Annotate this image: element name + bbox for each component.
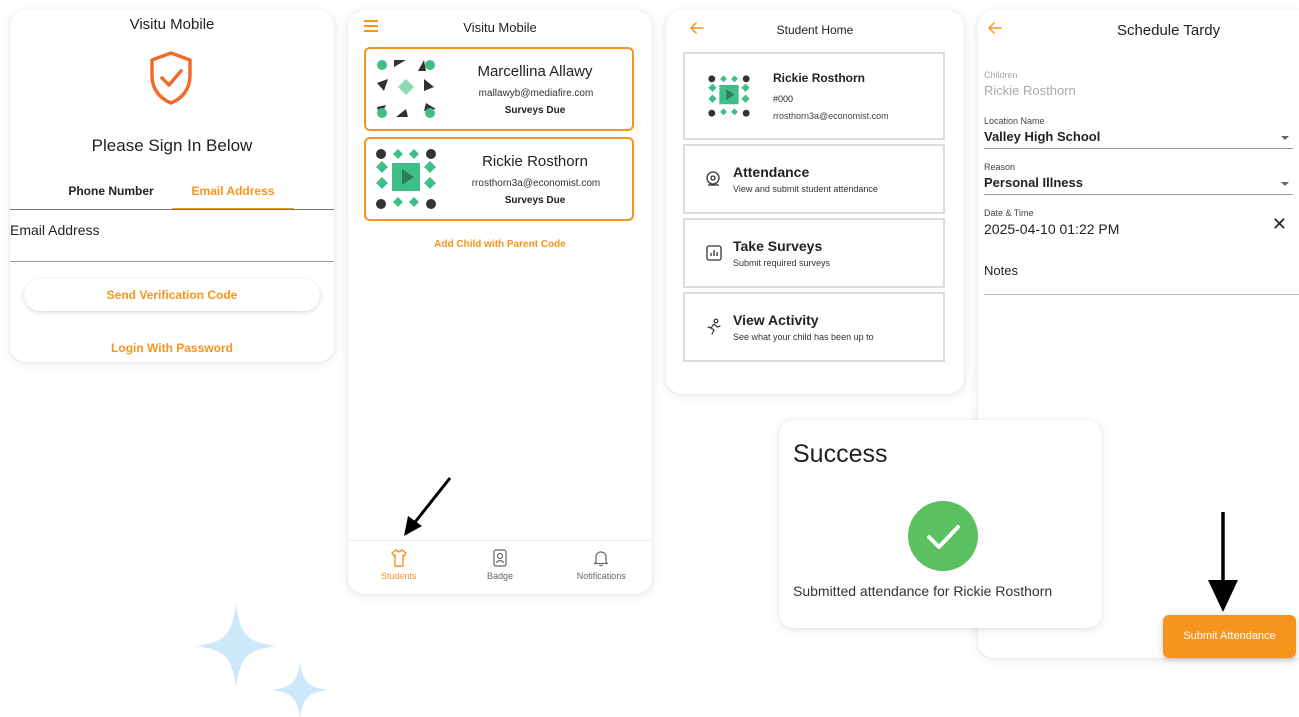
login-screen: Visitu Mobile Please Sign In Below Phone… [10,10,334,362]
add-child-link[interactable]: Add Child with Parent Code [348,239,652,250]
bell-icon [594,551,609,567]
pointer-arrow-icon [404,477,452,536]
tabs-divider [10,209,334,210]
student-email: rrosthorn3a@economist.com [773,111,889,121]
survey-chart-icon [706,245,722,261]
page-title: Schedule Tardy [1116,22,1221,39]
nav-students[interactable]: Students [348,541,449,594]
student-home-screen: Student Home Rickie Rosthorn #000 rrosth… [666,10,964,394]
tab-email-address[interactable]: Email Address [172,174,294,210]
child-card[interactable]: Rickie Rosthorn rrosthorn3a@economist.co… [364,137,634,221]
shield-check-icon [150,51,192,105]
status-badge: Surveys Due [504,195,566,206]
student-profile-card: Rickie Rosthorn #000 rrosthorn3a@economi… [683,52,945,140]
pointer-arrow-icon [1208,512,1238,612]
menu-item-subtitle: See what your child has been up to [733,332,874,342]
app-title: Visitu Mobile [129,16,215,33]
child-name: Marcellina Allawy [477,63,593,80]
status-badge: Surveys Due [504,105,566,116]
app-title: Visitu Mobile [463,20,537,35]
bottom-navigation: Students Badge Notifications [348,540,652,594]
location-select[interactable]: Location Name Valley High School [984,116,1293,149]
child-name: Rickie Rosthorn [482,153,588,170]
notes-underline [984,294,1299,295]
nav-label: Badge [486,571,513,581]
send-verification-button[interactable]: Send Verification Code [24,279,320,311]
field-label: Reason [984,162,1016,172]
sparkle-icon [272,662,328,717]
sign-in-heading: Please Sign In Below [91,136,253,155]
dropdown-arrow-icon [1281,136,1289,140]
back-arrow-icon[interactable] [988,22,1002,34]
field-value: 2025-04-10 01:22 PM [984,221,1120,237]
tab-phone-number[interactable]: Phone Number [50,174,172,210]
running-person-icon [707,318,721,335]
nav-label: Students [380,571,417,581]
field-label: Children [984,70,1018,80]
menu-item-title: Take Surveys [733,238,823,254]
success-dialog: Success Submitted attendance for Rickie … [779,420,1102,628]
email-field-underline [10,261,334,262]
dialog-title: Success [793,440,888,468]
field-label: Location Name [984,116,1045,126]
reason-select[interactable]: Reason Personal Illness [984,162,1293,195]
menu-item-attendance[interactable]: Attendance View and submit student atten… [683,144,945,214]
attendance-icon [706,171,720,186]
avatar [377,60,436,118]
field-value: Personal Illness [984,175,1083,190]
avatar [376,149,436,209]
student-id: #000 [773,94,794,104]
dialog-message: Submitted attendance for Rickie Rosthorn [793,583,1053,599]
menu-item-subtitle: Submit required surveys [733,258,831,268]
children-field: Children Rickie Rosthorn [984,70,1293,98]
submit-attendance-button[interactable]: Submit Attendance [1163,615,1296,658]
nav-badge[interactable]: Badge [449,541,550,594]
login-method-tabs: Phone Number Email Address [50,174,294,210]
notes-field[interactable]: Notes [984,263,1293,278]
field-label: Date & Time [984,208,1034,218]
menu-item-title: Attendance [733,164,810,180]
menu-item-take-surveys[interactable]: Take Surveys Submit required surveys [683,218,945,288]
field-value: Valley High School [984,129,1101,144]
badge-icon [493,549,507,567]
page-title: Student Home [776,23,854,37]
avatar [708,75,750,117]
success-check-icon [908,501,978,571]
shirt-icon [390,549,407,567]
login-with-password-link[interactable]: Login With Password [10,341,334,355]
sparkle-icon [196,604,276,688]
email-field[interactable]: Email Address [10,222,99,238]
field-value: Rickie Rosthorn [984,83,1076,98]
nav-label: Notifications [576,571,626,581]
students-screen: Visitu Mobile Marcellina Allawy mallawyb… [348,10,652,594]
menu-item-subtitle: View and submit student attendance [733,184,878,194]
child-email: rrosthorn3a@economist.com [471,178,601,189]
datetime-field[interactable]: Date & Time 2025-04-10 01:22 PM ✕ [984,208,1293,237]
dropdown-arrow-icon [1281,182,1289,186]
child-email: mallawyb@mediafire.com [478,88,594,99]
nav-notifications[interactable]: Notifications [551,541,652,594]
clear-icon[interactable]: ✕ [1272,214,1287,235]
menu-item-title: View Activity [733,312,819,328]
student-name: Rickie Rosthorn [773,71,866,85]
menu-item-view-activity[interactable]: View Activity See what your child has be… [683,292,945,362]
child-card[interactable]: Marcellina Allawy mallawyb@mediafire.com… [364,47,634,131]
